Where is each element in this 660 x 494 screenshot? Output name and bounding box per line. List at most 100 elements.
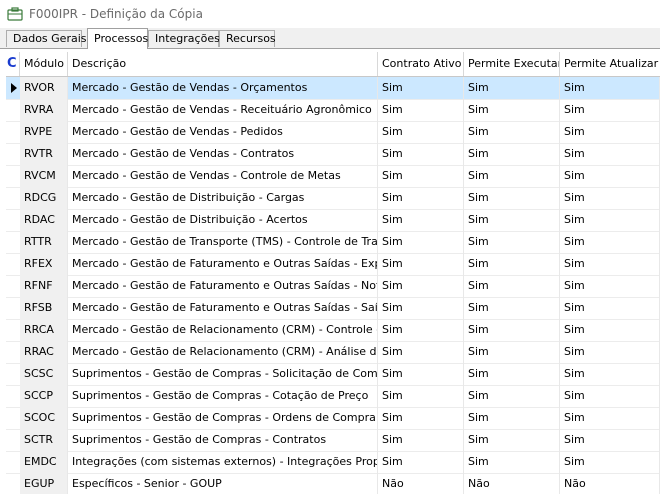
row-indicator[interactable] <box>6 253 20 275</box>
cell-descricao[interactable]: Mercado - Gestão de Vendas - Orçamentos <box>68 77 378 99</box>
cell-contrato-ativo[interactable]: Sim <box>378 209 464 231</box>
cell-permite-atualizar[interactable]: Sim <box>560 407 660 429</box>
row-indicator[interactable] <box>6 473 20 494</box>
table-row[interactable]: RDCG Mercado - Gestão de Distribuição - C… <box>6 187 660 210</box>
cell-permite-executar[interactable]: Sim <box>464 407 560 429</box>
table-row[interactable]: RVRA Mercado - Gestão de Vendas - Receitu… <box>6 99 660 122</box>
cell-descricao[interactable]: Mercado - Gestão de Transporte (TMS) - C… <box>68 231 378 253</box>
cell-contrato-ativo[interactable]: Não <box>378 473 464 494</box>
cell-contrato-ativo[interactable]: Sim <box>378 429 464 451</box>
table-row[interactable]: EMDC Integrações (com sistemas externos) … <box>6 451 660 474</box>
cell-modulo[interactable]: SCCP <box>20 385 68 407</box>
cell-permite-atualizar[interactable]: Sim <box>560 275 660 297</box>
cell-permite-atualizar[interactable]: Sim <box>560 209 660 231</box>
cell-permite-atualizar[interactable]: Sim <box>560 363 660 385</box>
table-row[interactable]: RFNF Mercado - Gestão de Faturamento e Ou… <box>6 275 660 298</box>
cell-descricao[interactable]: Mercado - Gestão de Relacionamento (CRM)… <box>68 319 378 341</box>
cell-descricao[interactable]: Mercado - Gestão de Faturamento e Outras… <box>68 253 378 275</box>
table-row[interactable]: RVPE Mercado - Gestão de Vendas - Pedidos… <box>6 121 660 144</box>
cell-permite-executar[interactable]: Sim <box>464 165 560 187</box>
cell-descricao[interactable]: Específicos - Senior - GOUP <box>68 473 378 494</box>
cell-permite-executar[interactable]: Sim <box>464 143 560 165</box>
cell-permite-executar[interactable]: Não <box>464 473 560 494</box>
row-indicator[interactable] <box>6 209 20 231</box>
cell-modulo[interactable]: RVOR <box>20 77 68 99</box>
cell-permite-executar[interactable]: Sim <box>464 429 560 451</box>
cell-contrato-ativo[interactable]: Sim <box>378 363 464 385</box>
cell-permite-atualizar[interactable]: Sim <box>560 319 660 341</box>
cell-permite-atualizar[interactable]: Sim <box>560 77 660 99</box>
tab-dados-gerais[interactable]: Dados Gerais <box>6 30 87 47</box>
cell-contrato-ativo[interactable]: Sim <box>378 275 464 297</box>
table-row[interactable]: RVTR Mercado - Gestão de Vendas - Contrat… <box>6 143 660 166</box>
cell-modulo[interactable]: RFSB <box>20 297 68 319</box>
tab-integracoes[interactable]: Integrações <box>148 30 220 47</box>
cell-descricao[interactable]: Mercado - Gestão de Distribuição - Acert… <box>68 209 378 231</box>
tab-processos[interactable]: Processos <box>87 28 148 49</box>
table-row[interactable]: RVOR Mercado - Gestão de Vendas - Orçamen… <box>6 77 660 100</box>
cell-permite-atualizar[interactable]: Sim <box>560 429 660 451</box>
cell-modulo[interactable]: RTTR <box>20 231 68 253</box>
cell-contrato-ativo[interactable]: Sim <box>378 143 464 165</box>
table-row[interactable]: RDAC Mercado - Gestão de Distribuição - A… <box>6 209 660 232</box>
cell-contrato-ativo[interactable]: Sim <box>378 319 464 341</box>
cell-permite-executar[interactable]: Sim <box>464 99 560 121</box>
cell-descricao[interactable]: Mercado - Gestão de Relacionamento (CRM)… <box>68 341 378 363</box>
column-header-modulo[interactable]: Módulo <box>20 52 68 76</box>
cell-descricao[interactable]: Suprimentos - Gestão de Compras - Cotaçã… <box>68 385 378 407</box>
cell-permite-atualizar[interactable]: Sim <box>560 451 660 473</box>
cell-permite-executar[interactable]: Sim <box>464 209 560 231</box>
cell-permite-atualizar[interactable]: Sim <box>560 143 660 165</box>
cell-modulo[interactable]: RVRA <box>20 99 68 121</box>
cell-permite-atualizar[interactable]: Sim <box>560 121 660 143</box>
cell-contrato-ativo[interactable]: Sim <box>378 121 464 143</box>
table-row[interactable]: EGUP Específicos - Senior - GOUP Não Não Não <box>6 473 660 494</box>
row-indicator[interactable] <box>6 231 20 253</box>
cell-contrato-ativo[interactable]: Sim <box>378 253 464 275</box>
row-indicator[interactable] <box>6 77 20 99</box>
cell-contrato-ativo[interactable]: Sim <box>378 165 464 187</box>
cell-permite-executar[interactable]: Sim <box>464 275 560 297</box>
table-row[interactable]: RRCA Mercado - Gestão de Relacionamento (… <box>6 319 660 342</box>
cell-descricao[interactable]: Mercado - Gestão de Faturamento e Outras… <box>68 275 378 297</box>
cell-descricao[interactable]: Suprimentos - Gestão de Compras - Solici… <box>68 363 378 385</box>
grid-corner[interactable]: C <box>6 52 20 76</box>
table-row[interactable]: RFSB Mercado - Gestão de Faturamento e Ou… <box>6 297 660 320</box>
row-indicator[interactable] <box>6 99 20 121</box>
cell-modulo[interactable]: RDAC <box>20 209 68 231</box>
cell-permite-atualizar[interactable]: Não <box>560 473 660 494</box>
cell-permite-atualizar[interactable]: Sim <box>560 297 660 319</box>
cell-contrato-ativo[interactable]: Sim <box>378 99 464 121</box>
cell-modulo[interactable]: SCTR <box>20 429 68 451</box>
cell-permite-atualizar[interactable]: Sim <box>560 187 660 209</box>
cell-descricao[interactable]: Mercado - Gestão de Vendas - Receituário… <box>68 99 378 121</box>
cell-permite-executar[interactable]: Sim <box>464 253 560 275</box>
column-header-contrato-ativo[interactable]: Contrato Ativo <box>378 52 464 76</box>
column-header-descricao[interactable]: Descrição <box>68 52 378 76</box>
row-indicator[interactable] <box>6 187 20 209</box>
row-indicator[interactable] <box>6 121 20 143</box>
table-row[interactable]: RRAC Mercado - Gestão de Relacionamento (… <box>6 341 660 364</box>
cell-permite-executar[interactable]: Sim <box>464 187 560 209</box>
cell-modulo[interactable]: RRCA <box>20 319 68 341</box>
table-row[interactable]: SCCP Suprimentos - Gestão de Compras - Co… <box>6 385 660 408</box>
table-row[interactable]: RTTR Mercado - Gestão de Transporte (TMS)… <box>6 231 660 254</box>
cell-permite-executar[interactable]: Sim <box>464 319 560 341</box>
cell-permite-executar[interactable]: Sim <box>464 77 560 99</box>
cell-contrato-ativo[interactable]: Sim <box>378 77 464 99</box>
cell-descricao[interactable]: Suprimentos - Gestão de Compras - Ordens… <box>68 407 378 429</box>
column-header-permite-executar[interactable]: Permite Executar <box>464 52 560 76</box>
table-row[interactable]: RVCM Mercado - Gestão de Vendas - Control… <box>6 165 660 188</box>
cell-modulo[interactable]: RDCG <box>20 187 68 209</box>
cell-contrato-ativo[interactable]: Sim <box>378 385 464 407</box>
cell-descricao[interactable]: Mercado - Gestão de Vendas - Controle de… <box>68 165 378 187</box>
cell-modulo[interactable]: EGUP <box>20 473 68 494</box>
table-row[interactable]: SCSC Suprimentos - Gestão de Compras - So… <box>6 363 660 386</box>
row-indicator[interactable] <box>6 363 20 385</box>
cell-contrato-ativo[interactable]: Sim <box>378 187 464 209</box>
cell-modulo[interactable]: SCSC <box>20 363 68 385</box>
row-indicator[interactable] <box>6 429 20 451</box>
cell-permite-atualizar[interactable]: Sim <box>560 99 660 121</box>
cell-permite-atualizar[interactable]: Sim <box>560 385 660 407</box>
cell-modulo[interactable]: RFEX <box>20 253 68 275</box>
